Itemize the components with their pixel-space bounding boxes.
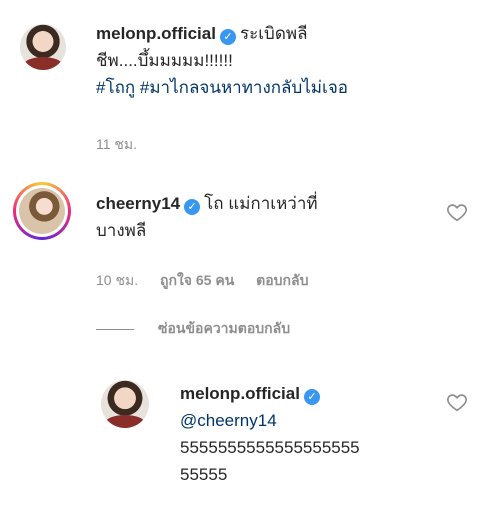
hide-replies-toggle[interactable]: ซ่อนข้อความตอบกลับ <box>96 318 290 340</box>
comment-2-line2: บางพลี <box>96 221 147 240</box>
avatar-melonp[interactable] <box>20 24 66 70</box>
comment-1-meta: 11 ชม. <box>96 134 155 156</box>
hide-replies-label: ซ่อนข้อความตอบกลับ <box>158 320 291 336</box>
comment-2-meta: 10 ชม. ถูกใจ 65 คน ตอบกลับ <box>96 270 327 292</box>
comment-1-text: melonp.official ✓ ระเบิดพลี ชีพ....บึ้มมมม… <box>96 20 426 101</box>
reply-mention[interactable]: @cheerny14 <box>180 411 277 430</box>
comment-2-time[interactable]: 10 ชม. <box>96 272 138 288</box>
comment-2-username[interactable]: cheerny14 <box>96 194 180 213</box>
comment-1-line1: ระเบิดพลี <box>239 24 308 43</box>
reply-text: melonp.official ✓ @cheerny14 555555555555… <box>180 380 440 488</box>
comment-2-text: cheerny14 ✓ โถ แม่กาเหว่าที่ บางพลี <box>96 190 426 244</box>
avatar-cheerny14-story-ring[interactable] <box>13 182 71 240</box>
heart-outline-icon[interactable] <box>446 201 468 223</box>
reply-line2: 55555 <box>180 465 228 484</box>
verified-badge-icon: ✓ <box>219 29 236 45</box>
reply-line1: 5555555555555555555 <box>180 438 360 457</box>
avatar-melonp-reply[interactable] <box>101 380 149 428</box>
avatar-cheerny14 <box>19 188 65 234</box>
reply-username[interactable]: melonp.official <box>180 384 300 403</box>
comment-2-likes[interactable]: ถูกใจ 65 คน <box>160 272 234 288</box>
comment-1-username[interactable]: melonp.official <box>96 24 216 43</box>
comment-1-time[interactable]: 11 ชม. <box>96 136 137 152</box>
comment-1-line2: ชีพ....บึ้มมมมม!!!!!! <box>96 51 233 70</box>
comment-2-line1: โถ แม่กาเหว่าที่ <box>204 194 318 213</box>
verified-badge-icon: ✓ <box>184 199 201 215</box>
comment-2-reply-button[interactable]: ตอบกลับ <box>256 272 308 288</box>
replies-divider <box>96 328 134 330</box>
comment-1-hashtags[interactable]: #โถกู #มาไกลจนหาทางกลับไม่เจอ <box>96 78 348 97</box>
heart-outline-icon[interactable] <box>446 391 468 413</box>
verified-badge-icon: ✓ <box>303 389 320 405</box>
